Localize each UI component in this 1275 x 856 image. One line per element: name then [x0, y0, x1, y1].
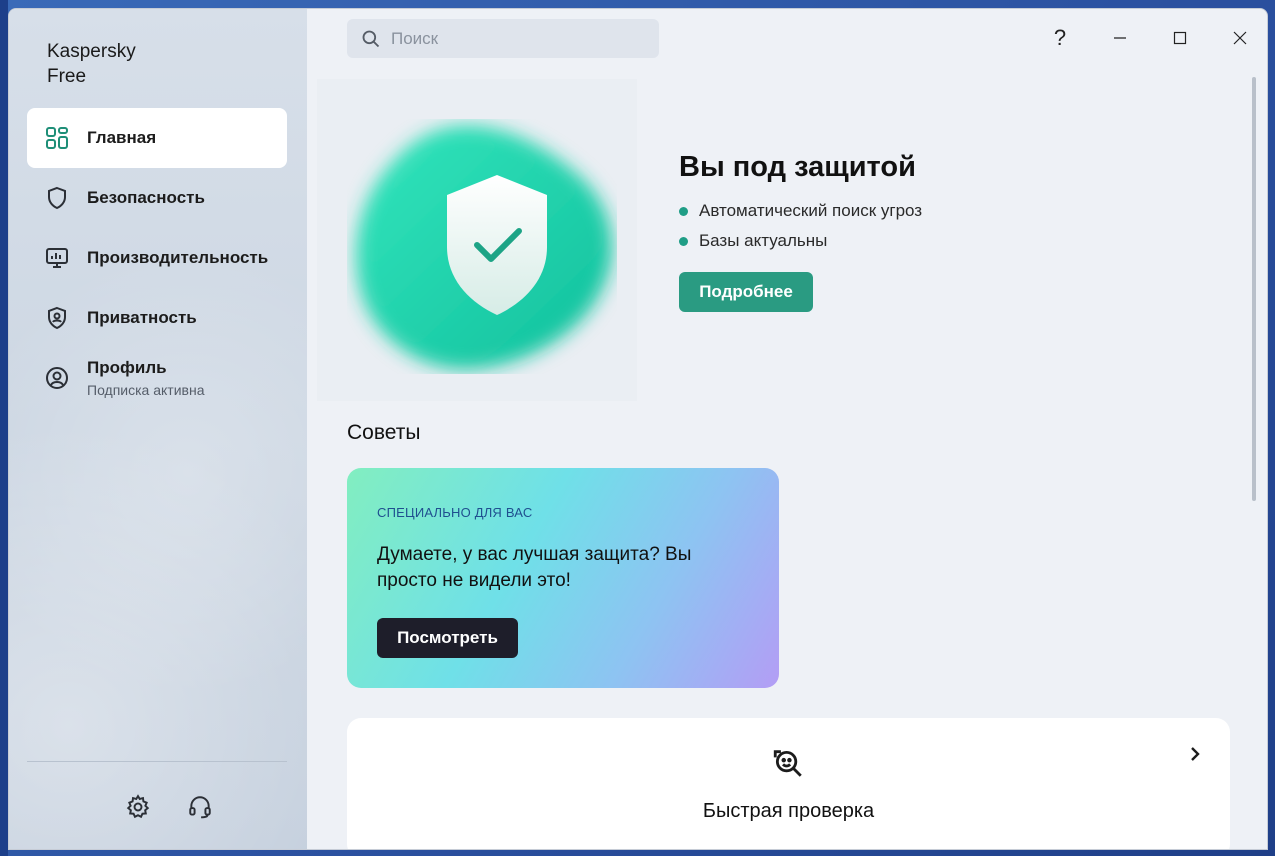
search-input[interactable]: [391, 28, 641, 49]
search-box[interactable]: [347, 19, 659, 58]
sidebar-item-label: Производительность: [87, 248, 269, 267]
headset-icon[interactable]: [186, 793, 214, 821]
profile-icon: [45, 366, 69, 390]
main-content: ?: [307, 9, 1267, 849]
protected-shield-graphic: [356, 125, 613, 370]
scrollbar[interactable]: [1252, 77, 1256, 501]
sidebar-item-label: Безопасность: [87, 188, 205, 207]
status-item-label: Базы актуальны: [699, 231, 828, 250]
sidebar-item-label: Профиль: [87, 358, 167, 377]
shield-icon: [45, 186, 69, 210]
promo-tag: СПЕЦИАЛЬНО ДЛЯ ВАС: [377, 505, 533, 520]
chevron-right-icon[interactable]: [1185, 744, 1205, 769]
sidebar-item-home[interactable]: Главная: [27, 108, 287, 168]
maximize-button[interactable]: [1165, 23, 1195, 53]
sidebar: Kaspersky Free Главная Безопасность Прои…: [9, 9, 307, 849]
app-title: Kaspersky Free: [47, 41, 136, 87]
subscription-status: Подписка активна: [87, 382, 205, 398]
status-dot: [679, 236, 688, 246]
sidebar-item-privacy[interactable]: Приватность: [27, 288, 287, 348]
status-dot: [679, 206, 688, 216]
tips-section-title: Советы: [347, 421, 421, 444]
promo-text: Думаете, у вас лучшая защита? Вы просто …: [377, 544, 692, 591]
protection-illustration: [317, 79, 637, 401]
scan-magnifier-icon: [771, 746, 805, 785]
details-button[interactable]: Подробнее: [679, 272, 813, 312]
status-item-label: Автоматический поиск угроз: [699, 201, 923, 220]
dashboard-grid-icon: [45, 126, 69, 150]
quick-scan-card[interactable]: Быстрая проверка: [347, 718, 1230, 849]
minimize-icon: [1114, 37, 1126, 39]
view-button[interactable]: Посмотреть: [377, 618, 518, 658]
sidebar-item-label: Главная: [87, 128, 157, 147]
status-item: Базы актуальны: [679, 231, 827, 251]
sidebar-divider: [27, 761, 287, 762]
gear-icon[interactable]: [124, 793, 152, 821]
app-window: Kaspersky Free Главная Безопасность Прои…: [8, 8, 1268, 850]
search-icon: [361, 29, 381, 49]
close-button[interactable]: [1225, 23, 1255, 53]
privacy-shield-icon: [45, 306, 69, 330]
sidebar-item-security[interactable]: Безопасность: [27, 168, 287, 228]
quick-scan-label: Быстрая проверка: [702, 800, 875, 822]
close-icon: [1233, 31, 1247, 45]
sidebar-item-profile[interactable]: Профиль Подписка активна: [27, 348, 287, 408]
minimize-button[interactable]: [1105, 23, 1135, 53]
protection-status-title: Вы под защитой: [679, 151, 916, 183]
promo-card: СПЕЦИАЛЬНО ДЛЯ ВАС Думаете, у вас лучшая…: [347, 468, 779, 688]
help-button[interactable]: ?: [1045, 23, 1075, 53]
sidebar-item-performance[interactable]: Производительность: [27, 228, 287, 288]
sidebar-item-label: Приватность: [87, 308, 197, 327]
maximize-icon: [1173, 31, 1187, 45]
status-item: Автоматический поиск угроз: [679, 201, 922, 221]
desktop-background: [0, 0, 8, 856]
monitor-performance-icon: [45, 246, 69, 270]
